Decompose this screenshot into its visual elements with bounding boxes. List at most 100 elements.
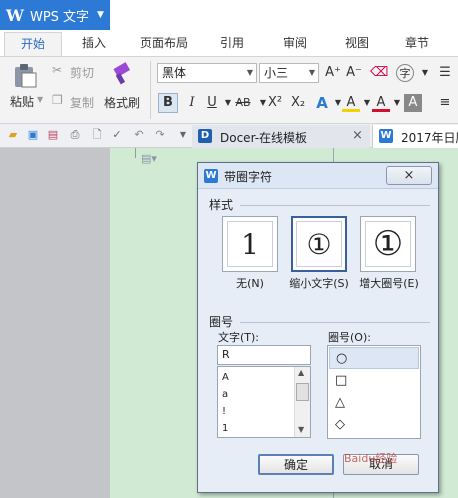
docer-icon: D [198, 129, 212, 143]
style-none-label[interactable]: 无(N) [212, 277, 288, 291]
chevron-down-icon: ▼ [97, 10, 104, 20]
wps-logo-icon: W [204, 169, 218, 183]
style-none-option[interactable]: 1 [222, 216, 278, 272]
format-painter-button[interactable]: 格式刷 [104, 94, 140, 111]
chevron-down-icon[interactable]: ▼ [37, 95, 43, 104]
divider [240, 205, 430, 206]
chevron-down-icon[interactable]: ▼ [176, 128, 190, 142]
paragraph-icon[interactable]: ▤▾ [141, 152, 157, 165]
doc-tab-docer[interactable]: D Docer-在线模板 × [192, 125, 370, 148]
doc-tab-title: Docer-在线模板 [220, 131, 308, 145]
save-icon[interactable]: ▣ [26, 128, 40, 142]
chevron-down-icon[interactable]: ▼ [309, 64, 315, 82]
app-title: WPS 文字 [29, 9, 90, 25]
font-name-value: 黑体 [162, 66, 187, 80]
italic-button[interactable]: I [183, 94, 201, 112]
phonetic-guide-icon[interactable]: 字 [396, 64, 414, 82]
scroll-down-icon[interactable]: ▼ [298, 425, 304, 434]
font-name-select[interactable]: 黑体 ▼ [157, 63, 257, 83]
close-button[interactable]: × [386, 166, 432, 185]
format-painter-icon[interactable] [110, 62, 134, 86]
enclosed-character-dialog: W 带圈字符 × 样式 1 无(N) ① 缩小文字(S) ① 增大圈号(E) 圈… [197, 162, 439, 493]
cut-button[interactable]: 剪切 [70, 64, 94, 81]
enclosure-group-label: 圈号 [209, 315, 234, 329]
ribbon-tabs: 开始 插入 页面布局 引用 审阅 视图 章节 [0, 30, 458, 56]
style-shrink-text-option[interactable]: ① [291, 216, 347, 272]
enclosure-field-label: 圈号(O): [328, 331, 371, 344]
app-menu-button[interactable]: W WPS 文字 ▼ [0, 0, 110, 30]
scissors-icon: ✂ [52, 63, 63, 77]
style-preview: 1 [227, 221, 273, 267]
enclosure-triangle-item[interactable]: △ [329, 392, 419, 414]
margin-guide [135, 148, 136, 158]
print-icon[interactable]: ⎙ [68, 128, 82, 142]
enclosure-diamond-item[interactable]: ◇ [329, 414, 419, 436]
char-shading-button[interactable]: A [404, 94, 422, 112]
ribbon-toolbar: 粘贴 ▼ ✂ 剪切 ❐ 复制 格式刷 黑体 ▼ 小三 ▼ A⁺ A⁻ ⌫ 字 ▼ ☰… [0, 56, 458, 124]
doc-tab-title: 2017年日历 [401, 131, 458, 145]
subscript-button[interactable]: X₂ [287, 94, 309, 112]
chevron-down-icon[interactable]: ▼ [416, 64, 434, 82]
tab-view[interactable]: 视图 [345, 34, 369, 51]
divider [150, 61, 151, 119]
square-icon: □ [335, 373, 348, 388]
style-preview: ① [296, 221, 342, 267]
superscript-button[interactable]: X² [264, 94, 286, 112]
dialog-title: 带圈字符 [224, 170, 273, 184]
text-list[interactable]: A a ! 1 ▲ ▼ [217, 366, 311, 438]
font-size-select[interactable]: 小三 ▼ [259, 63, 319, 83]
wps-doc-icon: W [379, 129, 393, 143]
scrollbar-thumb[interactable] [296, 383, 309, 401]
print-preview-icon[interactable]: 🗋 [90, 128, 104, 142]
scrollbar[interactable]: ▲ ▼ [294, 367, 310, 437]
bullet-list-icon[interactable]: ☰ [436, 64, 454, 82]
redo-icon[interactable]: ↷ [153, 128, 167, 142]
list-item[interactable]: a [222, 389, 228, 400]
paste-icon[interactable] [12, 63, 38, 89]
open-folder-icon[interactable]: ▰ [6, 128, 20, 142]
title-bar: W WPS 文字 ▼ [0, 0, 458, 30]
wps-logo-icon: W [6, 5, 24, 25]
undo-icon[interactable]: ↶ [132, 128, 146, 142]
align-left-icon[interactable]: ≡ [436, 94, 454, 112]
shrink-font-button[interactable]: A⁻ [345, 64, 363, 82]
export-pdf-icon[interactable]: ▤ [46, 128, 60, 142]
text-field-label: 文字(T): [218, 331, 260, 344]
style-enlarge-symbol-option[interactable]: ① [360, 216, 416, 272]
chevron-down-icon[interactable]: ▼ [247, 64, 253, 82]
tab-page-layout[interactable]: 页面布局 [140, 34, 188, 51]
close-icon[interactable]: × [352, 128, 363, 143]
copy-icon: ❐ [52, 93, 63, 107]
list-item[interactable]: 1 [222, 423, 228, 434]
tab-insert[interactable]: 插入 [82, 34, 106, 51]
enclosure-list[interactable]: ○ □ △ ◇ [327, 345, 421, 439]
dialog-titlebar[interactable]: W 带圈字符 × [198, 163, 438, 189]
tab-references[interactable]: 引用 [220, 34, 244, 51]
strikethrough-button[interactable]: AB [232, 94, 254, 112]
enclosure-square-item[interactable]: □ [329, 370, 419, 392]
scroll-up-icon[interactable]: ▲ [298, 368, 304, 377]
spellcheck-icon[interactable]: ✓ [110, 128, 124, 142]
tab-review[interactable]: 审阅 [283, 34, 307, 51]
bold-button[interactable]: B [158, 93, 178, 113]
doc-tab-calendar[interactable]: W 2017年日历 [372, 125, 458, 148]
style-enlarge-symbol-label[interactable]: 增大圈号(E) [356, 277, 422, 291]
style-group-label: 样式 [209, 198, 234, 212]
list-item[interactable]: ! [222, 406, 226, 417]
clear-format-icon[interactable]: ⌫ [370, 64, 388, 82]
enclosure-circle-item[interactable]: ○ [329, 347, 419, 369]
triangle-icon: △ [335, 395, 345, 410]
list-item[interactable]: A [222, 372, 229, 383]
ok-button[interactable]: 确定 [258, 454, 334, 475]
tab-chapter[interactable]: 章节 [405, 34, 429, 51]
text-input[interactable]: R [217, 345, 311, 365]
tab-home[interactable]: 开始 [4, 32, 62, 56]
paste-button[interactable]: 粘贴 [10, 93, 34, 110]
grow-font-button[interactable]: A⁺ [324, 64, 342, 82]
document-gutter [0, 148, 110, 498]
style-shrink-text-label[interactable]: 缩小文字(S) [286, 277, 352, 291]
font-size-value: 小三 [264, 66, 289, 80]
style-preview: ① [365, 221, 411, 267]
copy-button[interactable]: 复制 [70, 94, 94, 111]
divider [240, 322, 430, 323]
